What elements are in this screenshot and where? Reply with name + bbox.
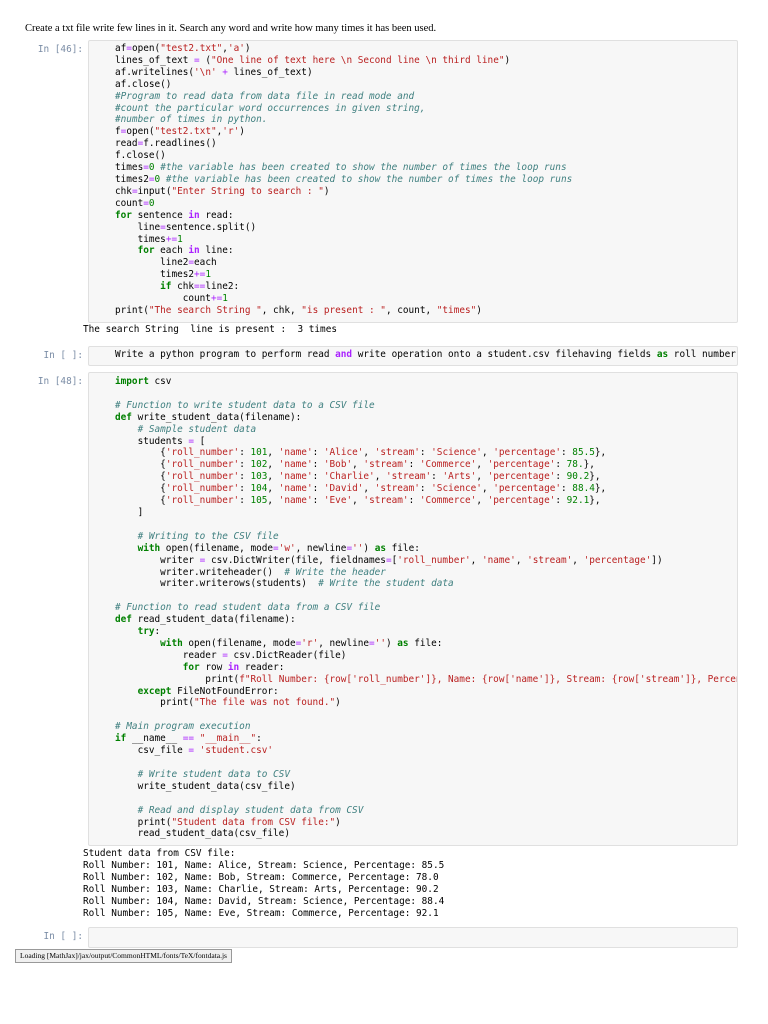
- code-input-area[interactable]: af=open("test2.txt",'a') lines_of_text =…: [88, 40, 738, 323]
- code-input-area[interactable]: import csv # Function to write student d…: [88, 372, 738, 846]
- code-input-area[interactable]: Write a python program to perform read a…: [88, 346, 738, 366]
- mathjax-status-bar: Loading [MathJax]/jax/output/CommonHTML/…: [15, 949, 232, 963]
- code-input-area[interactable]: [88, 927, 738, 948]
- instructions-text: Create a txt file write few lines in it.…: [25, 23, 437, 34]
- cell-output: The search String line is present : 3 ti…: [83, 324, 337, 335]
- cell-output: Student data from CSV file: Roll Number:…: [83, 848, 445, 919]
- cell-prompt: In [46]:: [37, 44, 83, 55]
- code-text[interactable]: af=open("test2.txt",'a') lines_of_text =…: [89, 41, 737, 317]
- code-text[interactable]: import csv # Function to write student d…: [89, 373, 737, 840]
- code-text[interactable]: Write a python program to perform read a…: [89, 347, 737, 361]
- cell-prompt: In [ ]:: [43, 931, 83, 942]
- cell-prompt: In [48]:: [37, 376, 83, 387]
- code-text[interactable]: [89, 928, 737, 930]
- cell-prompt: In [ ]:: [43, 350, 83, 361]
